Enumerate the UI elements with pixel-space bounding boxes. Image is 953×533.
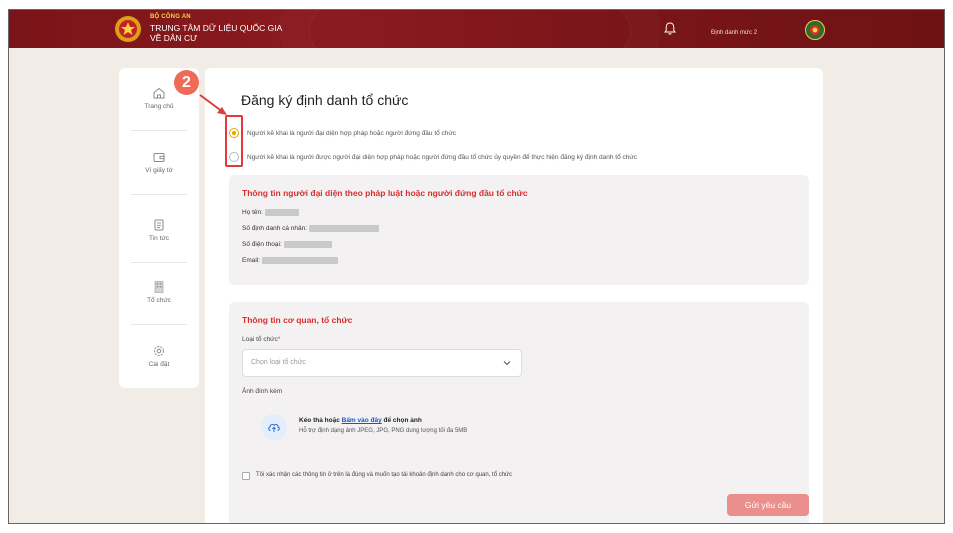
avatar-emblem <box>810 25 820 35</box>
option-representative[interactable]: Người kê khai là người đại diện hợp pháp… <box>229 126 456 140</box>
sidebar-item-label: Cài đặt <box>148 361 170 368</box>
top-header: BỘ CÔNG AN TRUNG TÂM DỮ LIỆU QUỐC GIA VỀ… <box>9 10 944 92</box>
field-label: Họ tên: <box>242 209 263 216</box>
sidebar-item-news[interactable]: Tin tức <box>119 218 199 242</box>
wallet-icon <box>153 153 165 162</box>
news-icon <box>154 219 164 231</box>
national-emblem-icon[interactable] <box>113 14 143 44</box>
home-icon <box>153 87 165 99</box>
org-line-2: VỀ DÂN CƯ <box>150 33 198 43</box>
redacted-value <box>264 209 299 216</box>
option-label: Người kê khai là người đại diện hợp pháp… <box>247 129 457 137</box>
redacted-value <box>309 225 380 232</box>
org-type-label: Loại tổ chức* <box>242 336 280 343</box>
sidebar-item-settings[interactable]: Cài đặt <box>119 344 199 368</box>
redacted-value <box>283 241 332 248</box>
gear-icon <box>154 346 164 356</box>
sidebar-item-label: Trang chủ <box>144 103 174 110</box>
upload-suffix: để chọn ảnh <box>381 417 422 424</box>
redacted-value <box>262 257 339 264</box>
submit-request-button[interactable]: Gửi yêu cầu <box>727 494 809 516</box>
sidebar-item-label: Tổ chức <box>147 297 171 304</box>
upload-instruction: Kéo thả hoặc Bấm vào đây để chọn ảnh <box>299 417 422 424</box>
sidebar-divider <box>131 262 187 263</box>
sidebar-item-organization[interactable]: Tổ chức <box>119 280 199 304</box>
sidebar: Trang chủ Ví giấy tờ Tin tức Tổ chức Cài… <box>119 68 199 388</box>
field-phone: Số điện thoại: <box>242 241 332 248</box>
page-title: Đăng ký định danh tổ chức <box>241 92 409 108</box>
upload-icon[interactable] <box>261 414 287 440</box>
user-level-label[interactable]: Định danh mức 2 <box>711 30 757 36</box>
field-label: Số điện thoại: <box>242 241 282 248</box>
field-email: Email: <box>242 257 339 264</box>
sidebar-divider <box>131 194 187 195</box>
field-personal-id: Số định danh cá nhân: <box>242 225 380 232</box>
upload-link[interactable]: Bấm vào đây <box>342 417 382 424</box>
highlight-box <box>225 115 243 167</box>
sidebar-item-label: Tin tức <box>148 235 169 242</box>
step-badge: 2 <box>174 70 199 95</box>
registration-panel: Đăng ký định danh tổ chức Người kê khai … <box>205 68 823 523</box>
upload-hint: Hỗ trợ định dạng ảnh JPEG, JPG, PNG dung… <box>299 428 468 434</box>
org-name: TRUNG TÂM DỮ LIỆU QUỐC GIA VỀ DÂN CƯ <box>150 23 310 43</box>
bell-icon[interactable] <box>664 22 676 36</box>
confirm-text: Tôi xác nhận các thông tin ở trên là đún… <box>256 472 513 478</box>
app-window: BỘ CÔNG AN TRUNG TÂM DỮ LIỆU QUỐC GIA VỀ… <box>8 9 945 524</box>
organization-info-card: Thông tin cơ quan, tổ chức Loại tổ chức*… <box>229 302 809 523</box>
building-icon <box>154 281 164 293</box>
confirm-checkbox[interactable] <box>242 472 250 480</box>
section-title: Thông tin người đại diện theo pháp luật … <box>242 188 528 198</box>
attachment-label: Ảnh đính kèm <box>242 388 283 395</box>
cloud-upload-icon <box>268 423 280 432</box>
org-type-select[interactable]: Chọn loại tổ chức <box>242 349 522 377</box>
org-type-label-text: Loại tổ chức <box>242 336 278 343</box>
sidebar-divider <box>131 130 187 131</box>
upload-prefix: Kéo thả hoặc <box>299 417 342 424</box>
org-line-1: TRUNG TÂM DỮ LIỆU QUỐC GIA <box>150 23 283 33</box>
field-name: Họ tên: <box>242 209 299 216</box>
option-label: Người kê khai là người được người đại di… <box>247 153 637 161</box>
chevron-down-icon <box>503 361 511 366</box>
field-label: Email: <box>242 257 261 264</box>
org-small-label: BỘ CÔNG AN <box>150 14 191 20</box>
section-title: Thông tin cơ quan, tổ chức <box>242 315 353 325</box>
sidebar-item-label: Ví giấy tờ <box>145 167 173 174</box>
org-type-placeholder: Chọn loại tổ chức <box>251 359 306 366</box>
sidebar-divider <box>131 324 187 325</box>
required-mark: * <box>277 336 281 343</box>
sidebar-item-wallet[interactable]: Ví giấy tờ <box>119 150 199 174</box>
field-label: Số định danh cá nhân: <box>242 225 308 232</box>
option-authorized[interactable]: Người kê khai là người được người đại di… <box>229 150 637 164</box>
avatar-icon[interactable] <box>805 20 825 40</box>
pointer-arrow-icon <box>199 94 227 115</box>
representative-info-card: Thông tin người đại diện theo pháp luật … <box>229 175 809 285</box>
